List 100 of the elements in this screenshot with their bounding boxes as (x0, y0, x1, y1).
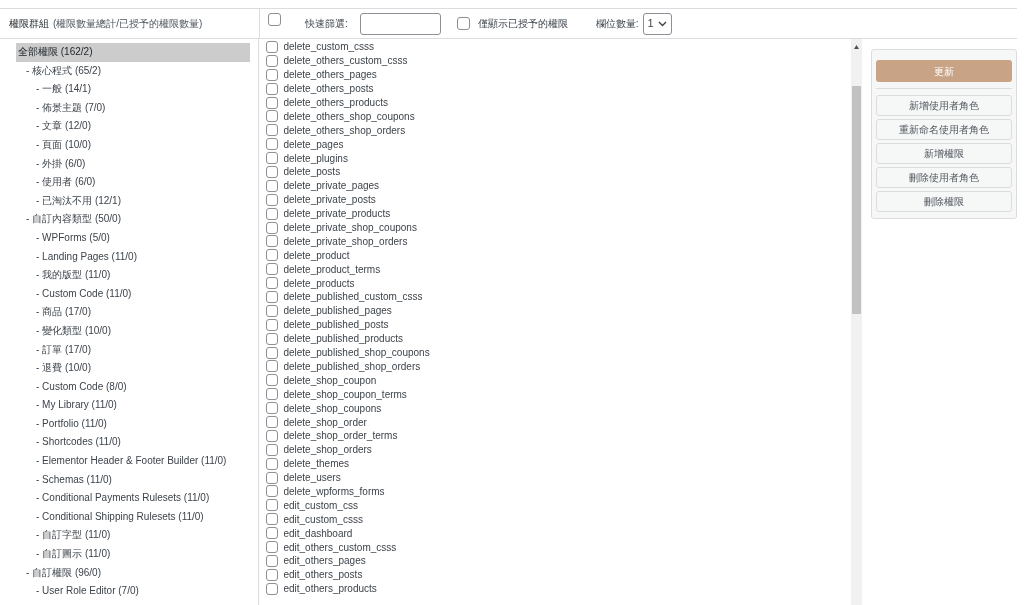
capability-name: delete_private_pages (283, 179, 380, 194)
capability-checkbox[interactable] (266, 485, 279, 498)
capability-checkbox[interactable] (266, 499, 279, 512)
capability-name: delete_published_shop_orders (283, 359, 421, 374)
tree-item[interactable]: - Landing Pages (11/0) (16, 247, 251, 267)
tree-item[interactable]: - Shortcodes (11/0) (16, 433, 251, 453)
capability-checkbox[interactable] (266, 138, 279, 151)
capability-checkbox[interactable] (266, 346, 279, 359)
tree-item[interactable]: - Custom Code (11/0) (16, 284, 251, 304)
action-button[interactable]: 重新命名使用者角色 (876, 119, 1012, 140)
capability-checkbox[interactable] (266, 263, 279, 276)
capability-name: edit_dashboard (283, 526, 353, 541)
capability-checkbox[interactable] (266, 318, 279, 331)
capability-name: delete_private_posts (283, 193, 376, 208)
tree-item[interactable]: - 已淘汰不用 (12/1) (16, 191, 251, 211)
tree-item[interactable]: - 外掛 (6/0) (16, 154, 251, 174)
capability-checkbox[interactable] (266, 249, 279, 262)
capability-checkbox[interactable] (266, 388, 279, 401)
tree-item[interactable]: - 訂單 (17/0) (16, 340, 251, 360)
select-all-checkbox[interactable] (268, 13, 281, 26)
capability-checkbox[interactable] (266, 235, 279, 248)
action-button[interactable]: 新增權限 (876, 143, 1012, 164)
capability-checkbox[interactable] (266, 568, 279, 581)
tree-item[interactable]: - 變化類型 (10/0) (16, 321, 251, 341)
capability-checkbox[interactable] (266, 416, 279, 428)
tree-item[interactable]: - 核心程式 (65/2) (16, 61, 251, 81)
tree-item[interactable]: - 自訂圖示 (11/0) (16, 545, 251, 564)
capability-checkbox[interactable] (266, 110, 279, 123)
scrollbar[interactable] (851, 39, 862, 605)
tree-item[interactable]: - 頁面 (10/0) (16, 135, 251, 155)
capability-checkbox[interactable] (266, 152, 279, 165)
capability-name: delete_published_products (283, 332, 403, 347)
tree-item[interactable]: - 文章 (12/0) (16, 117, 251, 136)
capability-checkbox[interactable] (266, 541, 279, 553)
capability-checkbox[interactable] (266, 332, 279, 345)
scrollbar-thumb[interactable] (852, 86, 861, 314)
capability-checkbox[interactable] (266, 277, 279, 290)
capability-name: delete_plugins (283, 151, 348, 166)
tree-item[interactable]: - 自訂字型 (11/0) (16, 526, 251, 546)
capability-checkbox[interactable] (266, 207, 279, 220)
tree-item[interactable]: - 自訂內容類型 (50/0) (16, 210, 251, 229)
columns-dropdown[interactable]: 1 (642, 12, 672, 35)
tree-item[interactable]: - 使用者 (6/0) (16, 173, 251, 192)
capability-checkbox[interactable] (266, 82, 279, 95)
capability-checkbox[interactable] (266, 290, 279, 303)
tree-item[interactable]: - WPForms (5/0) (16, 228, 251, 248)
capability-checkbox[interactable] (266, 304, 279, 317)
tree-item[interactable]: - 我的版型 (11/0) (16, 266, 251, 285)
capability-name: edit_others_custom_csss (283, 540, 397, 555)
capability-checkbox[interactable] (266, 402, 279, 415)
tree-item[interactable]: - Portfolio (11/0) (16, 414, 251, 434)
action-button[interactable]: 刪除使用者角色 (876, 167, 1012, 188)
capability-name: edit_others_pages (283, 554, 366, 569)
tree-item[interactable]: - Conditional Payments Rulesets (11/0) (16, 489, 251, 508)
tree-item[interactable]: - 退費 (10/0) (16, 359, 251, 378)
granted-only-checkbox[interactable] (456, 17, 470, 30)
tree-item[interactable]: 全部權限 (162/2) (16, 43, 251, 62)
capability-checkbox[interactable] (266, 360, 279, 373)
tree-item[interactable]: - Elementor Header & Footer Builder (11/0) (16, 452, 251, 471)
capability-checkbox[interactable] (266, 179, 279, 192)
capability-name: delete_products (283, 276, 355, 291)
tree-item[interactable]: - 商品 (17/0) (16, 303, 251, 322)
capability-checkbox[interactable] (266, 513, 279, 526)
capability-checkbox[interactable] (266, 68, 279, 81)
capability-checkbox[interactable] (266, 554, 279, 567)
capability-name: delete_posts (283, 165, 341, 180)
capability-checkbox[interactable] (266, 471, 279, 484)
capability-name: edit_others_posts (283, 568, 363, 583)
capability-checkbox[interactable] (266, 54, 279, 67)
capability-name: delete_custom_csss (283, 40, 375, 55)
capability-name: edit_custom_css (283, 498, 358, 513)
action-button[interactable]: 新增使用者角色 (876, 95, 1012, 116)
tree-item[interactable]: - Conditional Shipping Rulesets (11/0) (16, 507, 251, 527)
capability-checkbox[interactable] (266, 374, 279, 387)
tree-item[interactable]: - Schemas (11/0) (16, 470, 251, 490)
capability-checkbox[interactable] (266, 582, 279, 595)
capability-checkbox[interactable] (266, 457, 279, 470)
capability-checkbox[interactable] (266, 96, 279, 109)
tree-item[interactable]: - Custom Code (8/0) (16, 377, 251, 397)
tree-item[interactable]: - 佈景主題 (7/0) (16, 98, 251, 118)
capability-checkbox[interactable] (266, 429, 279, 442)
capability-checkbox[interactable] (266, 193, 279, 206)
tree-item[interactable]: - 一般 (14/1) (16, 80, 251, 99)
tree-item[interactable]: - 自訂權限 (96/0) (16, 563, 251, 583)
capability-checkbox[interactable] (266, 527, 279, 540)
action-button[interactable]: 刪除權限 (876, 191, 1012, 212)
capability-checkbox[interactable] (266, 165, 279, 178)
tree-item[interactable]: - My Library (11/0) (16, 396, 251, 415)
capability-name: delete_others_shop_orders (283, 123, 406, 138)
capability-checkbox[interactable] (266, 40, 279, 53)
capability-name: delete_wpforms_forms (283, 484, 385, 499)
capability-checkbox[interactable] (266, 443, 279, 456)
tree-item[interactable]: - User Role Editor (7/0) (16, 582, 251, 601)
capability-checkbox[interactable] (266, 124, 279, 137)
capability-name: delete_shop_order_terms (283, 429, 398, 444)
column-heading: 權限群組 (9, 17, 49, 31)
quick-filter-field[interactable] (359, 12, 441, 35)
capability-name: delete_published_shop_coupons (283, 346, 430, 361)
capability-name: delete_published_custom_csss (283, 290, 423, 305)
capability-checkbox[interactable] (266, 221, 279, 234)
